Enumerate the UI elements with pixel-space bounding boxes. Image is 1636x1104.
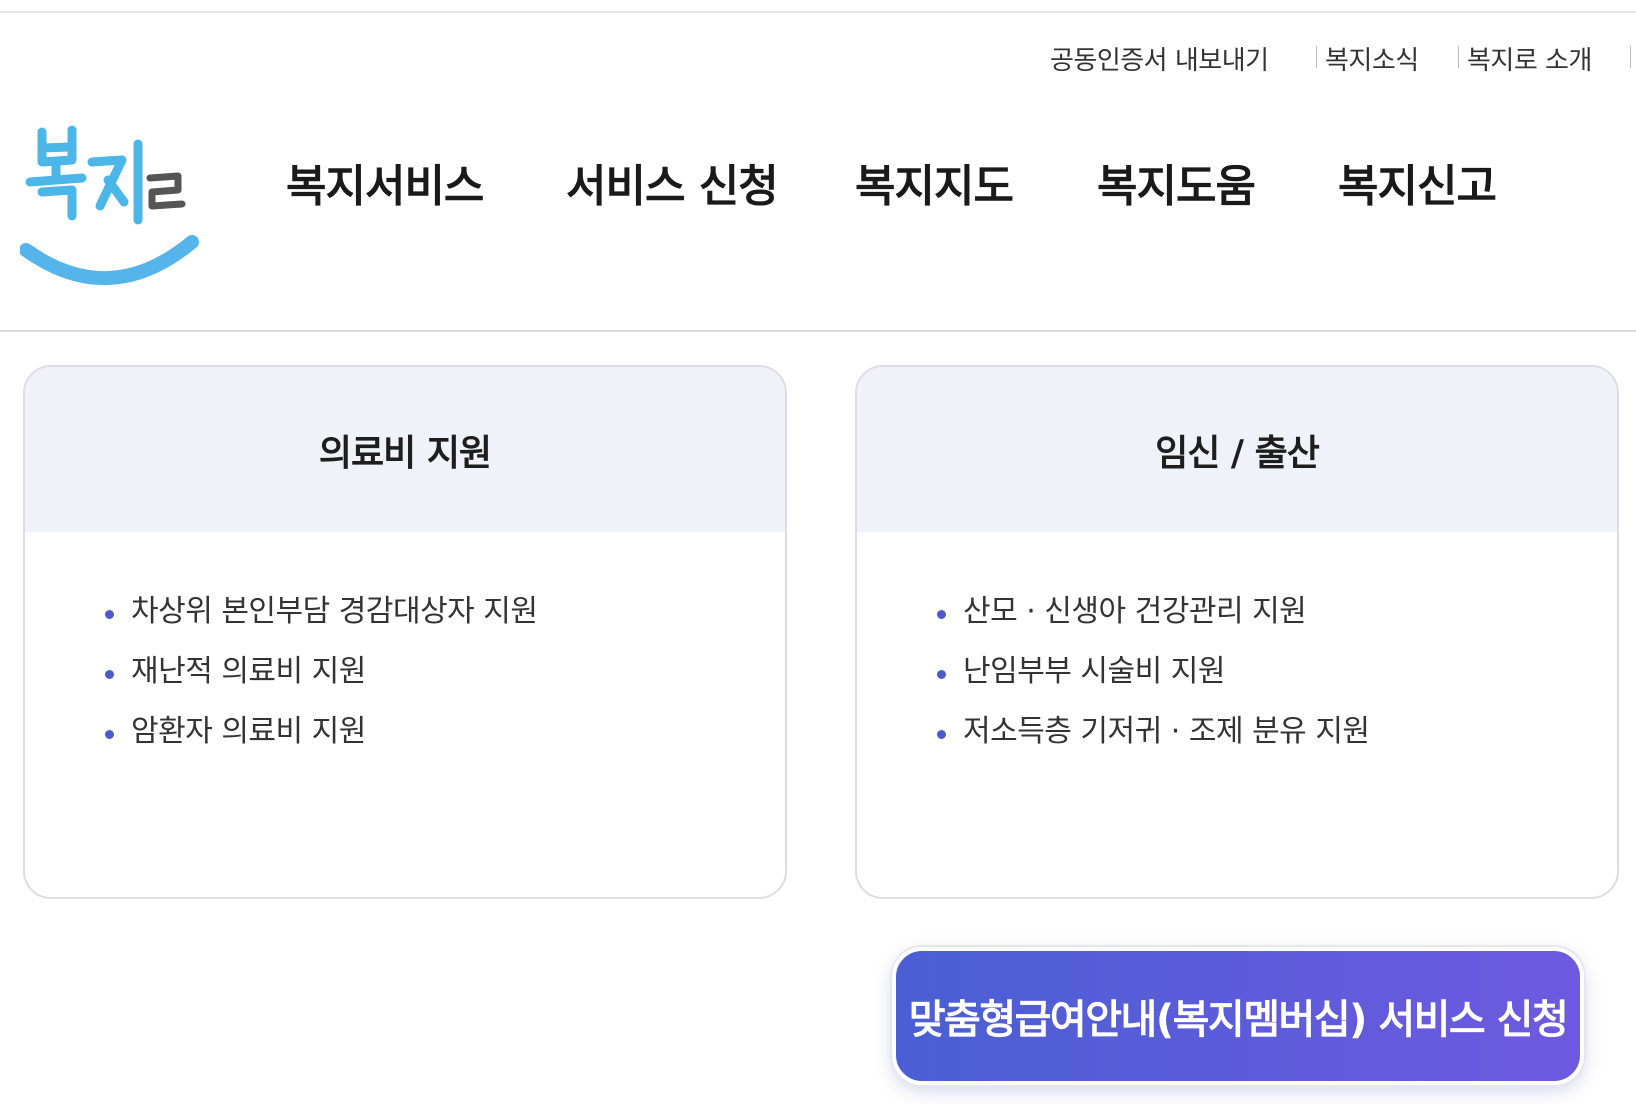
membership-apply-button[interactable]: 맞춤형급여안내(복지멤버십) 서비스 신청: [892, 947, 1584, 1085]
list-item: 저소득층 기저귀 · 조제 분유 지원: [937, 702, 1617, 762]
list-item-link[interactable]: 저소득층 기저귀 · 조제 분유 지원: [963, 714, 1370, 749]
list-item: 차상위 본인부담 경감대상자 지원: [105, 582, 785, 642]
bullet-icon: [105, 730, 114, 739]
card-pregnancy-birth: 임신 / 출산 산모 · 신생아 건강관리 지원 난임부부 시술비 지원 저소득…: [855, 365, 1619, 899]
util-link-certificate-export[interactable]: 공동인증서 내보내기: [1050, 40, 1269, 77]
util-separator: [1630, 46, 1631, 68]
bullet-icon: [937, 610, 946, 619]
nav-service-application[interactable]: 서비스 신청: [566, 150, 779, 214]
card-item-list: 차상위 본인부담 경감대상자 지원 재난적 의료비 지원 암환자 의료비 지원: [25, 532, 785, 762]
list-item-link[interactable]: 암환자 의료비 지원: [131, 714, 366, 749]
list-item: 재난적 의료비 지원: [105, 642, 785, 702]
util-separator: [1458, 46, 1459, 68]
utility-menu: 공동인증서 내보내기 복지소식 복지로 소개: [0, 40, 1636, 80]
card-title: 의료비 지원: [318, 432, 492, 474]
card-title: 임신 / 출산: [1155, 432, 1320, 474]
nav-welfare-report[interactable]: 복지신고: [1338, 150, 1497, 214]
card-header: 의료비 지원: [25, 367, 785, 532]
nav-welfare-services[interactable]: 복지서비스: [286, 150, 484, 214]
list-item: 난임부부 시술비 지원: [937, 642, 1617, 702]
card-header: 임신 / 출산: [857, 367, 1617, 532]
bullet-icon: [937, 670, 946, 679]
list-item-link[interactable]: 재난적 의료비 지원: [131, 654, 366, 689]
card-item-list: 산모 · 신생아 건강관리 지원 난임부부 시술비 지원 저소득층 기저귀 · …: [857, 532, 1617, 762]
bullet-icon: [105, 670, 114, 679]
top-divider: [0, 11, 1636, 13]
list-item: 암환자 의료비 지원: [105, 702, 785, 762]
list-item-link[interactable]: 난임부부 시술비 지원: [963, 654, 1225, 689]
util-link-about[interactable]: 복지로 소개: [1467, 40, 1592, 77]
util-separator: [1316, 46, 1317, 68]
list-item-link[interactable]: 차상위 본인부담 경감대상자 지원: [131, 594, 538, 629]
bullet-icon: [105, 610, 114, 619]
bullet-icon: [937, 730, 946, 739]
header-divider: [0, 330, 1636, 332]
card-medical-support: 의료비 지원 차상위 본인부담 경감대상자 지원 재난적 의료비 지원 암환자 …: [23, 365, 787, 899]
main-navigation: 복지서비스 서비스 신청 복지지도 복지도움 복지신고: [0, 150, 1636, 212]
util-link-news[interactable]: 복지소식: [1325, 40, 1419, 77]
list-item-link[interactable]: 산모 · 신생아 건강관리 지원: [963, 594, 1307, 629]
nav-welfare-help[interactable]: 복지도움: [1097, 150, 1256, 214]
list-item: 산모 · 신생아 건강관리 지원: [937, 582, 1617, 642]
nav-welfare-map[interactable]: 복지지도: [855, 150, 1014, 214]
